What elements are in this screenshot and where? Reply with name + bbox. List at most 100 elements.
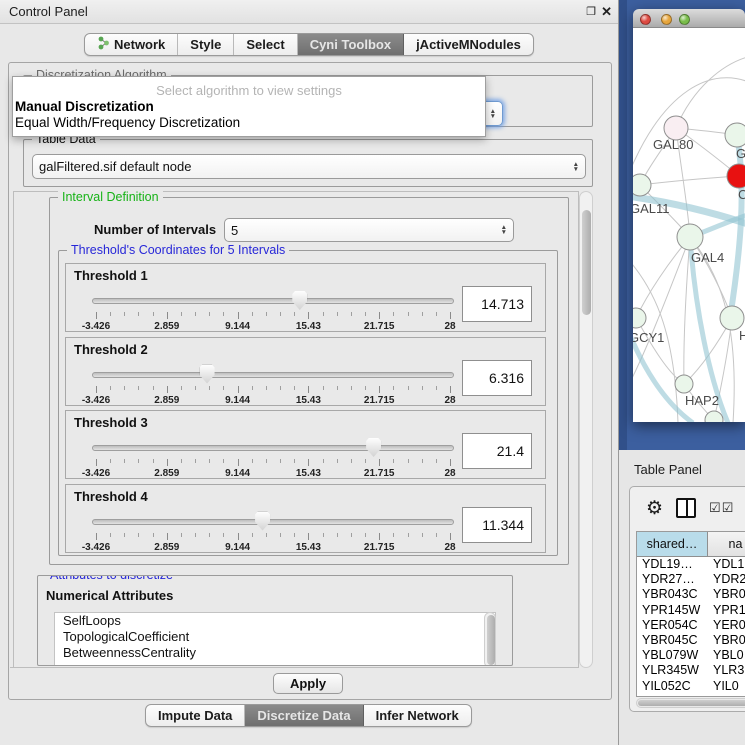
threshold-slider[interactable]: -3.4262.8599.14415.4321.71528: [92, 290, 454, 332]
threshold-slider[interactable]: -3.4262.8599.14415.4321.71528: [92, 437, 454, 479]
mac-zoom-button[interactable]: [679, 14, 690, 25]
slider-minor-tick: [365, 533, 366, 537]
slider-track[interactable]: [92, 372, 454, 378]
table-row[interactable]: YLR345WYLR3: [637, 663, 745, 678]
slider-tick-label: -3.426: [82, 542, 110, 553]
scrollbar-thumb[interactable]: [582, 210, 591, 315]
tab-jactivemnodules[interactable]: jActiveMNodules: [404, 34, 533, 55]
scrollbar-thumb[interactable]: [638, 700, 745, 706]
table-row[interactable]: YDR27…YDR2: [637, 572, 745, 587]
attribute-list-item[interactable]: TopologicalCoefficient: [55, 629, 495, 645]
checkbox-icons[interactable]: ☑☑: [709, 500, 734, 516]
table-row[interactable]: YBL079WYBL0: [637, 648, 745, 663]
slider-tick-label: 28: [444, 542, 455, 553]
table-row[interactable]: YBR045CYBR0: [637, 633, 745, 648]
slider-thumb[interactable]: [292, 291, 307, 310]
network-edge[interactable]: [684, 237, 690, 384]
network-node-label: GA: [736, 146, 745, 161]
float-window-icon[interactable]: ❐: [586, 5, 596, 18]
column-header-shared-name[interactable]: shared…: [637, 532, 708, 556]
network-node-node-top-right[interactable]: [725, 123, 745, 147]
network-node-node-right-mid[interactable]: [720, 306, 744, 330]
attribute-list-item[interactable]: SelfLoops: [55, 613, 495, 629]
slider-track[interactable]: [92, 519, 454, 525]
network-node-label: GCY1: [633, 330, 664, 345]
algorithm-option[interactable]: Equal Width/Frequency Discretization: [13, 114, 485, 130]
slider-major-tick: [167, 386, 168, 393]
slider-thumb[interactable]: [255, 512, 270, 531]
threshold-value-field[interactable]: 6.316: [462, 360, 532, 396]
table-row[interactable]: YER054CYER0: [637, 618, 745, 633]
split-columns-icon[interactable]: [676, 498, 696, 518]
threshold-value-field[interactable]: 11.344: [462, 507, 532, 543]
table-horizontal-scrollbar[interactable]: [636, 698, 745, 708]
threshold-slider[interactable]: -3.4262.8599.14415.4321.71528: [92, 364, 454, 406]
threshold-value-field[interactable]: 14.713: [462, 286, 532, 322]
tab-label: Cyni Toolbox: [310, 37, 391, 52]
apply-button[interactable]: Apply: [273, 673, 343, 694]
scrollbar-thumb[interactable]: [487, 615, 495, 665]
slider-tick-label: 9.144: [225, 542, 250, 553]
network-canvas[interactable]: GAL80GACGAL11GAL4GCY1HHAP2: [633, 28, 745, 422]
gear-icon[interactable]: ⚙: [646, 499, 663, 518]
main-vertical-scrollbar[interactable]: [579, 191, 593, 668]
slider-minor-tick: [153, 533, 154, 537]
slider-minor-tick: [408, 459, 409, 463]
slider-minor-tick: [252, 533, 253, 537]
table-row[interactable]: YIL052CYIL0: [637, 679, 745, 694]
tab-select[interactable]: Select: [234, 34, 297, 55]
cell-name: YER0: [708, 618, 745, 633]
slider-minor-tick: [209, 312, 210, 316]
attributes-scrollbar[interactable]: [484, 612, 496, 666]
slider-minor-tick: [124, 533, 125, 537]
mac-minimize-button[interactable]: [661, 14, 672, 25]
table-row[interactable]: YDL19…YDL1: [637, 557, 745, 572]
table-row[interactable]: YPR145WYPR1: [637, 603, 745, 618]
thresholds-group: Threshold's Coordinates for 5 Intervals …: [58, 250, 558, 556]
numerical-attributes-list[interactable]: SelfLoopsTopologicalCoefficientBetweenne…: [54, 612, 496, 666]
network-node-GAL11[interactable]: [633, 174, 651, 196]
network-edge[interactable]: [640, 176, 739, 185]
slider-major-tick: [308, 386, 309, 393]
slider-tick-label: 15.43: [296, 542, 321, 553]
cell-shared-name: YLR345W: [637, 663, 708, 678]
tab-network[interactable]: Network: [85, 34, 178, 55]
bottom-tab-impute-data[interactable]: Impute Data: [146, 705, 245, 726]
slider-track[interactable]: [92, 298, 454, 304]
slider-thumb[interactable]: [200, 365, 215, 384]
number-of-intervals-combobox[interactable]: 5 ▲▼: [224, 218, 514, 242]
algorithm-option[interactable]: Manual Discretization: [13, 98, 485, 114]
column-header-name[interactable]: na: [708, 532, 745, 556]
slider-tick-label: -3.426: [82, 321, 110, 332]
tab-style[interactable]: Style: [178, 34, 234, 55]
network-node-node-bottom[interactable]: [705, 411, 723, 422]
network-window-titlebar[interactable]: [633, 9, 745, 28]
network-node-red-node[interactable]: [727, 164, 745, 188]
table-row[interactable]: YBR043CYBR0: [637, 587, 745, 602]
network-node-GAL4[interactable]: [677, 224, 703, 250]
slider-tick-label: 2.859: [154, 542, 179, 553]
slider-minor-tick: [138, 386, 139, 390]
bottom-tab-label: Discretize Data: [257, 708, 350, 723]
bottom-tab-discretize-data[interactable]: Discretize Data: [245, 705, 363, 726]
slider-track[interactable]: [92, 445, 454, 451]
network-edge[interactable]: [636, 318, 684, 384]
slider-thumb[interactable]: [366, 438, 381, 457]
threshold-slider[interactable]: -3.4262.8599.14415.4321.71528: [92, 511, 454, 553]
network-node-GCY1[interactable]: [633, 308, 646, 328]
cell-shared-name: YDL19…: [637, 557, 708, 572]
slider-minor-tick: [422, 386, 423, 390]
slider-major-tick: [379, 459, 380, 466]
close-panel-icon[interactable]: ✕: [601, 4, 612, 20]
network-node-HAP2[interactable]: [675, 375, 693, 393]
table-panel: Table Panel ⚙ ☑☑ shared… na YDL19…YDL1YD…: [619, 450, 745, 745]
slider-minor-tick: [153, 312, 154, 316]
bottom-tab-infer-network[interactable]: Infer Network: [364, 705, 471, 726]
table-data-combobox[interactable]: galFiltered.sif default node ▲▼: [32, 154, 586, 179]
tab-cyni-toolbox[interactable]: Cyni Toolbox: [298, 34, 404, 55]
attribute-list-item[interactable]: BetweennessCentrality: [55, 645, 495, 661]
mac-close-button[interactable]: [640, 14, 651, 25]
network-edge[interactable]: [730, 135, 742, 318]
slider-minor-tick: [323, 459, 324, 463]
threshold-value-field[interactable]: 21.4: [462, 433, 532, 469]
